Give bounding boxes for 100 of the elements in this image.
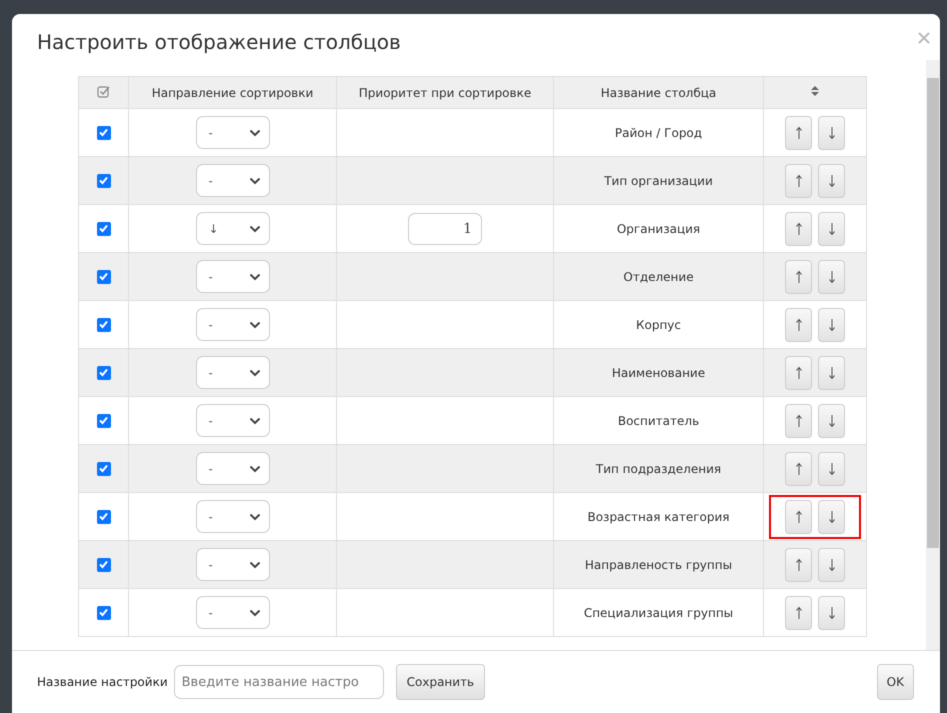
dialog-title: Настроить отображение столбцов (37, 30, 401, 54)
arrow-down-icon (828, 462, 836, 476)
move-up-button[interactable] (785, 116, 812, 150)
setting-name-label: Название настройки (37, 675, 168, 689)
checkmark-icon (98, 607, 109, 618)
move-up-button[interactable] (785, 452, 812, 486)
column-header: Направление сортировки (128, 76, 336, 108)
sort-direction-select[interactable]: - (196, 548, 270, 581)
move-down-button[interactable] (818, 548, 845, 582)
checked-checkbox[interactable] (96, 126, 110, 140)
checked-checkbox[interactable] (96, 606, 110, 620)
column-header: Название столбца (554, 76, 764, 108)
ok-button[interactable]: OK (876, 664, 914, 700)
sort-direction-select[interactable]: - (196, 596, 270, 629)
move-down-button[interactable] (818, 404, 845, 438)
checkmark-icon (98, 463, 109, 474)
column-name: Наименование (612, 366, 706, 380)
arrow-down-icon (828, 222, 836, 236)
sort-direction-select[interactable]: - (196, 116, 270, 149)
sort-direction-select[interactable]: - (196, 404, 270, 437)
sort-direction-select[interactable]: - (196, 164, 270, 197)
checked-checkbox[interactable] (96, 366, 110, 380)
move-up-button[interactable] (785, 596, 812, 630)
checkmark-icon (98, 271, 109, 282)
move-up-button[interactable] (785, 212, 812, 246)
move-down-button[interactable] (818, 356, 845, 390)
column-name: Тип организации (604, 174, 713, 188)
checkmark-icon (98, 367, 109, 378)
arrow-up-icon (794, 126, 802, 140)
move-up-button[interactable] (785, 404, 812, 438)
arrow-down-icon (828, 174, 836, 188)
move-up-button[interactable] (785, 164, 812, 198)
checked-checkbox[interactable] (96, 222, 110, 236)
arrow-down-icon (828, 366, 836, 380)
move-down-button[interactable] (818, 212, 845, 246)
save-button[interactable]: Сохранить (396, 664, 486, 700)
move-up-button[interactable] (785, 308, 812, 342)
move-down-button[interactable] (818, 596, 845, 630)
column-name: Корпус (636, 318, 682, 332)
checkmark-icon (98, 175, 109, 186)
column-header: Приоритет при сортировке (336, 76, 554, 108)
arrow-down-icon (828, 270, 836, 284)
sort-direction-select[interactable]: - (196, 500, 270, 533)
checked-checkbox[interactable] (96, 414, 110, 428)
priority-input[interactable]: 1 (408, 212, 482, 244)
move-down-button[interactable] (818, 452, 845, 486)
arrow-up-icon (794, 222, 802, 236)
move-up-button[interactable] (785, 500, 812, 534)
move-up-button[interactable] (785, 260, 812, 294)
move-down-button[interactable] (818, 116, 845, 150)
arrow-up-icon (794, 510, 802, 524)
move-down-button[interactable] (818, 164, 845, 198)
sort-direction-select[interactable]: - (196, 308, 270, 341)
sort-direction-select[interactable]: - (196, 452, 270, 485)
sort-direction-select[interactable]: - (196, 356, 270, 389)
arrow-down-icon (828, 318, 836, 332)
arrow-up-icon (794, 270, 802, 284)
arrow-up-icon (794, 606, 802, 620)
chevron-down-icon (248, 272, 260, 280)
move-up-button[interactable] (785, 548, 812, 582)
column-name: Тип подразделения (596, 462, 722, 476)
arrow-up-icon (794, 366, 802, 380)
close-icon[interactable] (918, 32, 930, 44)
arrow-down-icon (828, 126, 836, 140)
checked-checkbox[interactable] (96, 318, 110, 332)
chevron-down-icon (248, 464, 260, 472)
chevron-down-icon (248, 128, 260, 136)
checkmark-icon (98, 127, 109, 138)
scrollbar[interactable] (926, 60, 940, 650)
checkmark-icon (98, 319, 109, 330)
arrow-up-icon (794, 174, 802, 188)
chevron-down-icon (248, 224, 260, 232)
scrollbar-thumb[interactable] (927, 78, 939, 548)
arrow-down-icon (828, 606, 836, 620)
checked-checkbox[interactable] (96, 270, 110, 284)
checkbox-icon[interactable] (97, 84, 110, 98)
checked-checkbox[interactable] (96, 462, 110, 476)
arrow-down-icon (828, 414, 836, 428)
chevron-down-icon (248, 368, 260, 376)
move-down-button[interactable] (818, 500, 845, 534)
chevron-down-icon (248, 416, 260, 424)
sort-direction-select[interactable]: - (196, 260, 270, 293)
checkmark-icon (98, 511, 109, 522)
arrow-up-icon (794, 462, 802, 476)
chevron-down-icon (248, 320, 260, 328)
checkmark-icon (98, 559, 109, 570)
arrow-up-icon (794, 558, 802, 572)
sort-icon[interactable] (810, 85, 820, 97)
column-name: Воспитатель (618, 414, 700, 428)
move-down-button[interactable] (818, 308, 845, 342)
checked-checkbox[interactable] (96, 174, 110, 188)
checked-checkbox[interactable] (96, 510, 110, 524)
column-name: Специализация группы (584, 606, 734, 620)
checked-checkbox[interactable] (96, 558, 110, 572)
sort-direction-select[interactable]: ↓ (196, 212, 270, 245)
chevron-down-icon (248, 176, 260, 184)
setting-name-field[interactable]: Введите название настро (174, 665, 384, 699)
move-up-button[interactable] (785, 356, 812, 390)
arrow-up-icon (794, 414, 802, 428)
move-down-button[interactable] (818, 260, 845, 294)
